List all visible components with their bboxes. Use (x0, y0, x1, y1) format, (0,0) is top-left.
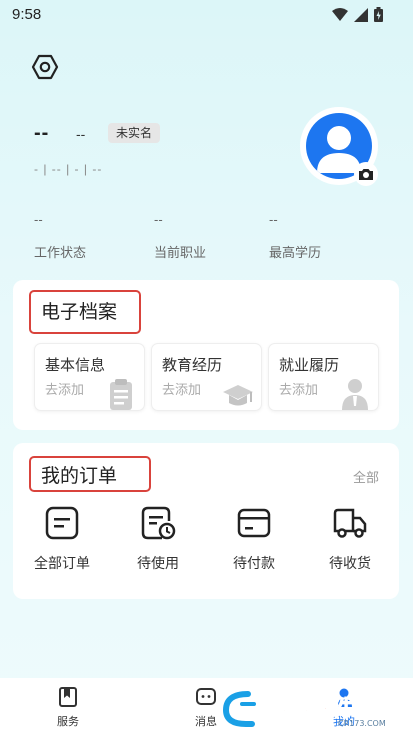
signal-icon (354, 7, 368, 22)
stat-highest-education: -- 最高学历 (269, 212, 379, 261)
camera-icon (359, 169, 373, 180)
change-avatar-button[interactable] (354, 162, 378, 186)
stat-work-status: -- 工作状态 (34, 212, 144, 261)
order-label: 待使用 (137, 555, 179, 571)
bookmark-icon (59, 687, 77, 707)
stat-label: 工作状态 (34, 245, 87, 260)
tab-services[interactable]: 服务 (28, 686, 108, 729)
archive-card: 电子档案 基本信息 去添加 教育经历 去添加 就业履历 去添加 (13, 280, 399, 430)
stat-value: -- (34, 212, 43, 227)
status-bar: 9:58 (0, 0, 413, 30)
order-label: 待付款 (233, 555, 275, 571)
orders-card: 我的订单 全部 全部订单 待使用 待付款 待收货 (13, 443, 399, 599)
tile-title: 就业履历 (279, 357, 340, 374)
user-name: -- (34, 122, 50, 144)
watermark-domain: CR173.COM (338, 719, 386, 728)
archive-tile-basic-info[interactable]: 基本信息 去添加 (34, 343, 145, 411)
clipboard-icon (110, 379, 132, 410)
worker-icon (342, 379, 368, 410)
user-meta: - | -- | - | -- (34, 162, 103, 176)
order-list-icon (45, 506, 79, 540)
order-label: 全部订单 (34, 555, 90, 571)
tab-label: 服务 (57, 716, 79, 728)
watermark-logo: 西西软件园 CR173.COM (222, 691, 386, 728)
gear-icon (31, 54, 59, 80)
stat-label: 当前职业 (154, 245, 207, 260)
card-payment-icon (237, 508, 271, 538)
tile-title: 教育经历 (162, 357, 223, 374)
tile-title: 基本信息 (45, 357, 106, 374)
graduation-cap-icon (223, 385, 253, 406)
stat-label: 最高学历 (269, 245, 322, 260)
order-all[interactable]: 全部订单 (22, 505, 102, 573)
tile-add-hint: 去添加 (162, 382, 202, 397)
order-pending-payment[interactable]: 待付款 (214, 505, 294, 573)
archive-tile-employment[interactable]: 就业履历 去添加 (268, 343, 379, 411)
order-pending-use[interactable]: 待使用 (118, 505, 198, 573)
user-name-sub: -- (76, 126, 86, 142)
chat-icon (196, 688, 216, 705)
orders-all-link[interactable]: 全部 (353, 467, 379, 486)
status-icons (332, 7, 383, 22)
archive-title: 电子档案 (29, 290, 141, 334)
site-watermark: 西西软件园 CR173.COM (220, 684, 410, 730)
order-label: 待收货 (329, 555, 371, 571)
verification-badge[interactable]: 未实名 (108, 123, 160, 143)
battery-icon (374, 7, 383, 22)
settings-button[interactable] (30, 52, 60, 82)
tile-add-hint: 去添加 (45, 382, 85, 397)
archive-tile-education[interactable]: 教育经历 去添加 (151, 343, 262, 411)
orders-title: 我的订单 (29, 456, 151, 492)
pending-use-icon (141, 506, 176, 540)
wifi-icon (332, 7, 348, 21)
stat-value: -- (269, 212, 278, 227)
order-pending-receipt[interactable]: 待收货 (310, 505, 390, 573)
delivery-truck-icon (333, 508, 367, 538)
status-time: 9:58 (12, 6, 42, 23)
stat-current-occupation: -- 当前职业 (154, 212, 264, 261)
tile-add-hint: 去添加 (279, 382, 319, 397)
stat-value: -- (154, 212, 163, 227)
